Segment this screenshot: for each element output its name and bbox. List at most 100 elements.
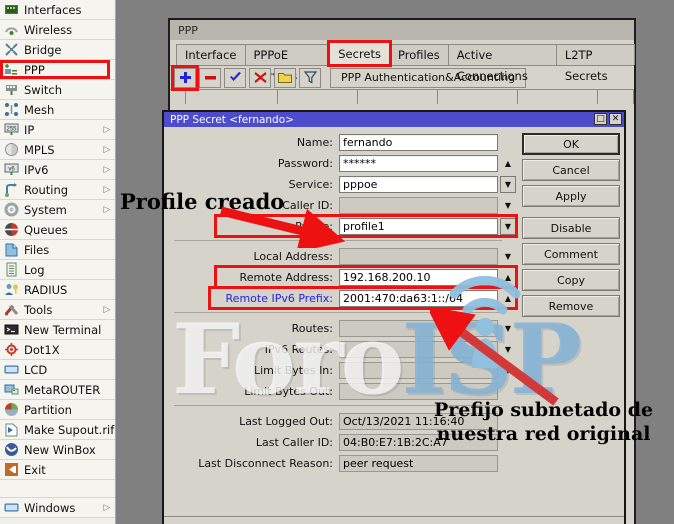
dropdown-arrow-icon[interactable]: ▼ (500, 218, 516, 235)
field-input[interactable]: 192.168.200.10 (339, 269, 498, 286)
spinner-down-icon[interactable]: ▼ (500, 197, 516, 214)
sidebar-item-label: New Terminal (24, 323, 102, 337)
ipv6-icon: v6 (4, 162, 19, 177)
close-button[interactable]: ✕ (609, 113, 622, 125)
sidebar-item-make-supout-rif[interactable]: Make Supout.rif (0, 420, 115, 440)
sidebar-item-label: IP (24, 123, 102, 137)
field-row-limit-bytes-in: Limit Bytes In:▼ (164, 361, 516, 379)
spinner-down-icon[interactable]: ▼ (500, 362, 516, 379)
spinner-down-icon[interactable]: ▼ (500, 248, 516, 265)
copy-button[interactable]: Copy (522, 269, 620, 291)
tab-l2tp-secrets[interactable]: L2TP Secrets (556, 44, 635, 65)
sidebar-item-dot1x[interactable]: Dot1X (0, 340, 115, 360)
tab-interface[interactable]: Interface (176, 44, 246, 65)
exit-icon (4, 462, 19, 477)
field-row-name: Name:fernando (164, 133, 516, 151)
field-input[interactable] (339, 197, 498, 214)
sidebar-item-radius[interactable]: RADIUS (0, 280, 115, 300)
cancel-button[interactable]: Cancel (522, 159, 620, 181)
sidebar-item-mesh[interactable]: Mesh (0, 100, 115, 120)
dot1x-icon (4, 342, 19, 357)
enable-button[interactable] (224, 68, 246, 88)
sidebar-item-exit[interactable]: Exit (0, 460, 115, 480)
sidebar-item-log[interactable]: Log (0, 260, 115, 280)
sidebar-item-files[interactable]: Files (0, 240, 115, 260)
bridge-icon (4, 42, 19, 57)
sidebar-item-mpls[interactable]: MPLS▷ (0, 140, 115, 160)
sidebar-item-label: Windows (24, 501, 102, 515)
chevron-right-icon: ▷ (102, 125, 112, 135)
field-input[interactable]: ****** (339, 155, 498, 172)
sidebar-item-label: New WinBox (24, 443, 102, 457)
disable-button[interactable]: Disable (522, 217, 620, 239)
disable-button[interactable] (249, 68, 271, 88)
field-input[interactable] (339, 383, 498, 400)
tab-active-connections[interactable]: Active Connections (448, 44, 557, 65)
spinner-up-icon[interactable]: ▲ (500, 290, 516, 307)
sidebar-item-ppp[interactable]: PPP (0, 60, 115, 80)
tab-profiles[interactable]: Profiles (389, 44, 449, 65)
field-input[interactable] (339, 341, 498, 358)
ok-button[interactable]: OK (522, 133, 620, 155)
add-button[interactable] (174, 68, 196, 88)
sidebar-item-wireless[interactable]: Wireless (0, 20, 115, 40)
sidebar-item-ipv6[interactable]: v6IPv6▷ (0, 160, 115, 180)
sidebar-item-system[interactable]: System▷ (0, 200, 115, 220)
field-input[interactable]: fernando (339, 134, 498, 151)
field-label: Remote Address: (164, 271, 339, 284)
annotation-prefix-note: Prefijo subnetado de nuestra red origina… (434, 399, 653, 447)
chevron-right-icon: ▷ (102, 185, 112, 195)
apply-button[interactable]: Apply (522, 185, 620, 207)
sidebar-item-label: Make Supout.rif (24, 423, 114, 437)
comment-button[interactable] (274, 68, 296, 88)
metarouter-icon (4, 382, 19, 397)
filter-button[interactable] (299, 68, 321, 88)
sidebar-item-partition[interactable]: Partition (0, 400, 115, 420)
sidebar-item-ip[interactable]: 255IP▷ (0, 120, 115, 140)
sidebar-item-label: Partition (24, 403, 102, 417)
spinner-down-icon[interactable]: ▼ (500, 320, 516, 337)
tab-pppoe-servers[interactable]: PPPoE Servers (245, 44, 331, 65)
dialog-title: PPP Secret <fernando> (170, 114, 294, 126)
ppp-window-titlebar: PPP (170, 20, 634, 40)
sidebar-item-routing[interactable]: Routing▷ (0, 180, 115, 200)
field-input[interactable] (339, 320, 498, 337)
sidebar-item-new-winbox[interactable]: New WinBox (0, 440, 115, 460)
sidebar-item-windows[interactable]: Windows▷ (0, 498, 115, 518)
tab-secrets[interactable]: Secrets (329, 42, 390, 65)
lcd-icon (4, 362, 19, 377)
field-row-ipv6-routes: IPv6 Routes:▼ (164, 340, 516, 358)
spinner-down-icon[interactable]: ▼ (500, 341, 516, 358)
dialog-button-column: OK Cancel Apply Disable Comment Copy Remove (522, 133, 620, 321)
sidebar-item-metarouter[interactable]: MetaROUTER (0, 380, 115, 400)
winbox-sidebar-menu: InterfacesWirelessBridgePPPSwitchMesh255… (0, 0, 116, 524)
field-input[interactable] (339, 362, 498, 379)
sidebar-item-new-terminal[interactable]: New Terminal (0, 320, 115, 340)
spinner-none (500, 383, 516, 400)
sidebar-item-lcd[interactable]: LCD (0, 360, 115, 380)
spinner-up-icon[interactable]: ▲ (500, 269, 516, 286)
field-input[interactable]: pppoe (339, 176, 498, 193)
field-input[interactable] (339, 248, 498, 265)
sidebar-item-label: Queues (24, 223, 102, 237)
dropdown-arrow-icon[interactable]: ▼ (500, 176, 516, 193)
sidebar-item-label: Tools (24, 303, 102, 317)
field-input[interactable]: peer request (339, 455, 498, 472)
spinner-up-icon[interactable]: ▲ (500, 155, 516, 172)
sidebar-item-bridge[interactable]: Bridge (0, 40, 115, 60)
field-row-limit-bytes-out: Limit Bytes Out: (164, 382, 516, 400)
field-label: Profile: (164, 220, 339, 233)
chevron-right-icon: ▷ (102, 145, 112, 155)
comment-button[interactable]: Comment (522, 243, 620, 265)
sidebar-item-switch[interactable]: Switch (0, 80, 115, 100)
sidebar-item-tools[interactable]: Tools▷ (0, 300, 115, 320)
field-input[interactable]: 2001:470:da63:1::/64 (339, 290, 498, 307)
field-input[interactable]: profile1 (339, 218, 498, 235)
field-label: Limit Bytes Out: (164, 385, 339, 398)
sidebar-item-queues[interactable]: Queues (0, 220, 115, 240)
maximize-button[interactable]: □ (594, 113, 607, 125)
remove-button[interactable]: Remove (522, 295, 620, 317)
sidebar-item-interfaces[interactable]: Interfaces (0, 0, 115, 20)
files-icon (4, 242, 19, 257)
remove-button[interactable] (199, 68, 221, 88)
